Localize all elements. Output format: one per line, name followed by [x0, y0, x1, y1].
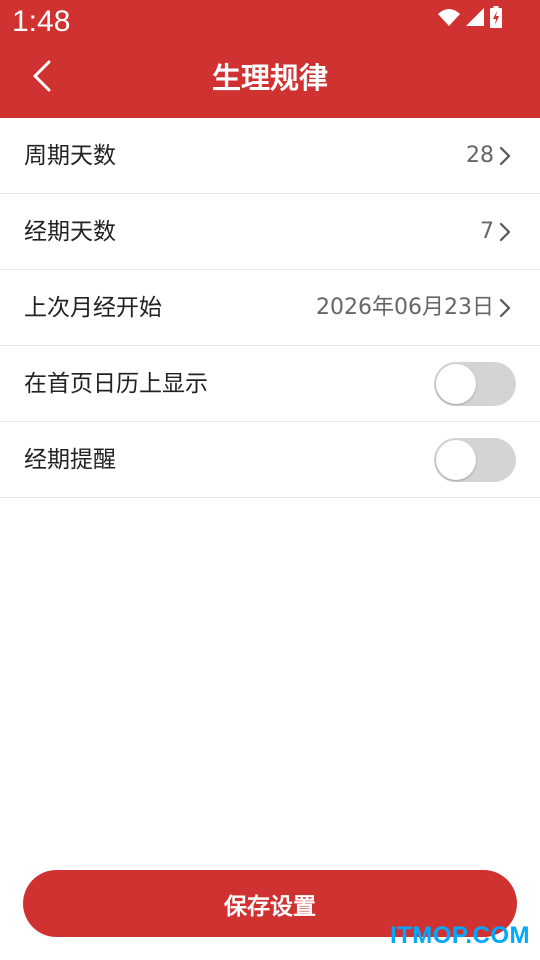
period-reminder-label: 经期提醒	[24, 447, 116, 473]
status-bar: 1:48	[0, 0, 540, 44]
period-reminder-row: 经期提醒	[0, 422, 540, 498]
show-on-calendar-row: 在首页日历上显示	[0, 346, 540, 422]
chevron-right-icon	[498, 146, 512, 166]
toggle-knob	[436, 364, 476, 404]
status-time: 1:48	[12, 5, 71, 38]
chevron-right-icon	[498, 222, 512, 242]
wifi-icon	[438, 8, 460, 30]
last-period-start-value: 2026年06月23日	[316, 295, 494, 320]
cycle-days-value: 28	[466, 143, 494, 168]
status-icons	[438, 6, 502, 32]
period-reminder-toggle[interactable]	[434, 438, 516, 482]
battery-charging-icon	[490, 6, 502, 32]
cycle-days-label: 周期天数	[24, 143, 116, 169]
settings-list: 周期天数 28 经期天数 7 上次月经开始 2026年06月23日 在首页日历上…	[0, 118, 540, 498]
period-days-row[interactable]: 经期天数 7	[0, 194, 540, 270]
period-days-label: 经期天数	[24, 219, 116, 245]
watermark-text: ITMOP.COM	[389, 922, 530, 949]
signal-icon	[466, 8, 484, 30]
show-on-calendar-label: 在首页日历上显示	[24, 371, 208, 397]
show-on-calendar-toggle[interactable]	[434, 362, 516, 406]
period-days-value: 7	[480, 219, 494, 244]
last-period-start-label: 上次月经开始	[24, 295, 162, 321]
toggle-knob	[436, 440, 476, 480]
app-bar: 生理规律	[0, 44, 540, 118]
page-title: 生理规律	[211, 61, 328, 95]
last-period-start-row[interactable]: 上次月经开始 2026年06月23日	[0, 270, 540, 346]
chevron-right-icon	[498, 298, 512, 318]
cycle-days-row[interactable]: 周期天数 28	[0, 118, 540, 194]
